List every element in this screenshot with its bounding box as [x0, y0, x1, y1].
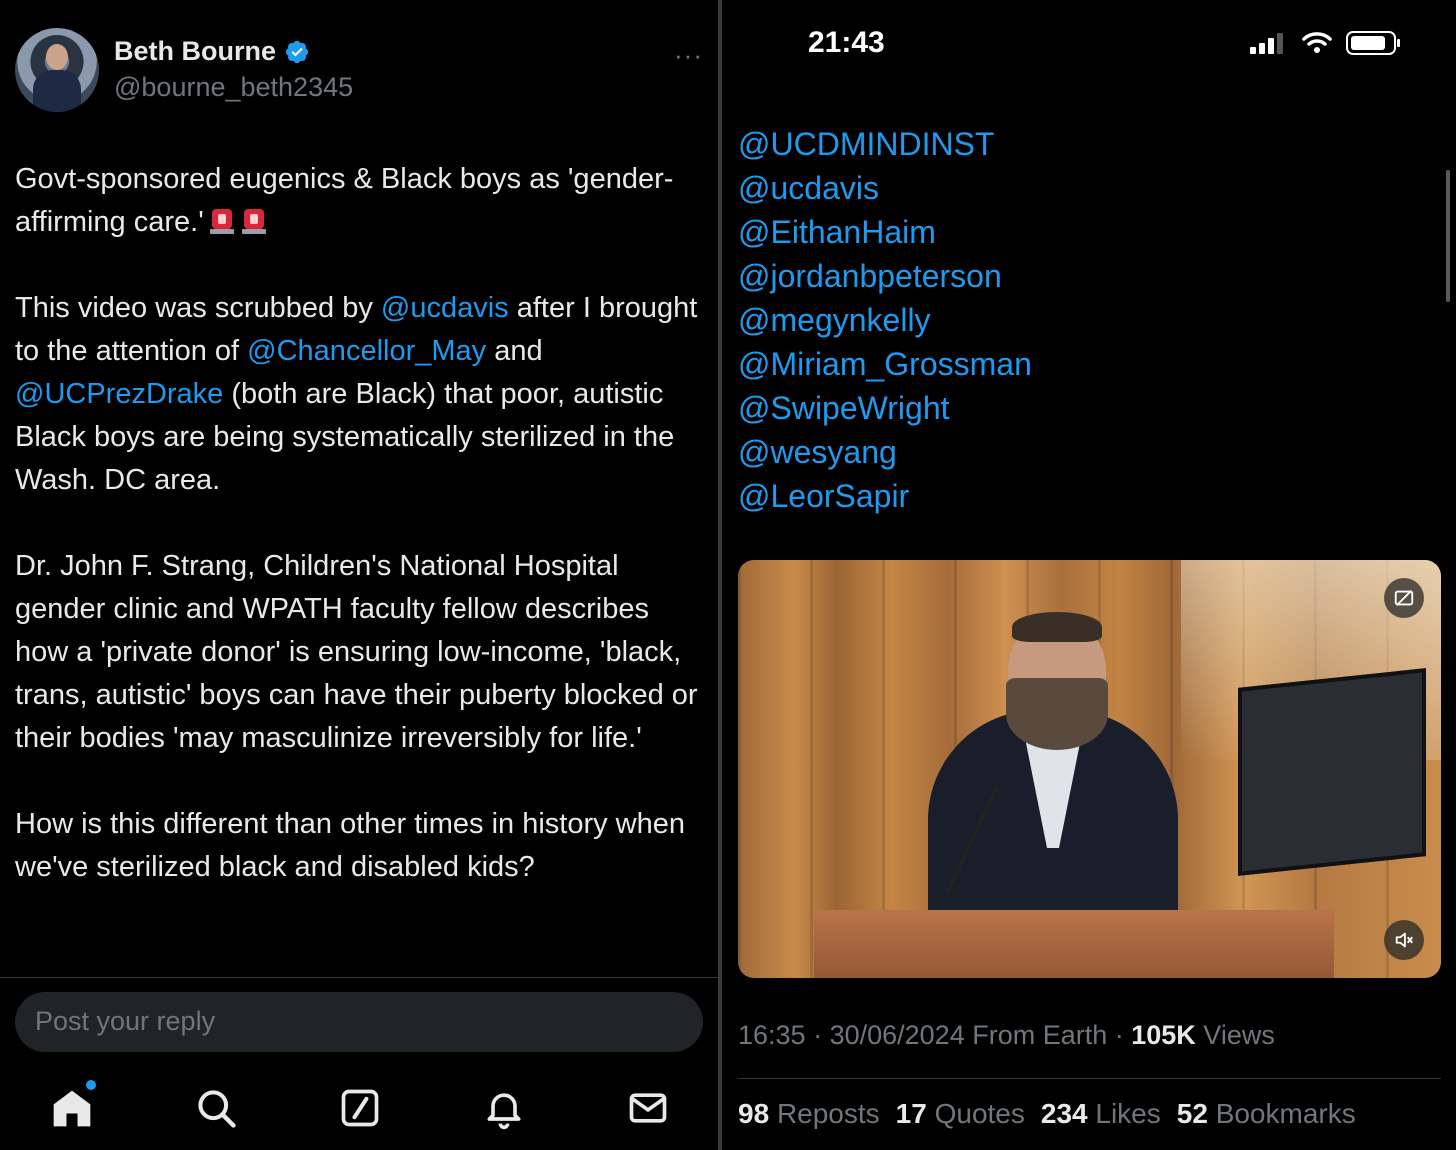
author-row: Beth Bourne — [114, 36, 310, 67]
reposts-stat[interactable]: 98 Reposts — [738, 1098, 880, 1130]
mention-link[interactable]: @UCPrezDrake — [15, 378, 223, 410]
likes-stat[interactable]: 234 Likes — [1041, 1098, 1161, 1130]
avatar[interactable] — [15, 28, 99, 112]
battery-icon — [1346, 31, 1400, 55]
bookmarks-stat[interactable]: 52 Bookmarks — [1177, 1098, 1356, 1130]
mention-link[interactable]: @ucdavis — [738, 166, 1032, 210]
meta-separator: · — [1107, 1020, 1132, 1050]
muted-speaker-icon — [1395, 932, 1413, 948]
views-label: Views — [1195, 1020, 1275, 1050]
bookmarks-count: 52 — [1176, 1098, 1208, 1129]
post-paragraph-3: Dr. John F. Strang, Children's National … — [15, 550, 698, 754]
post-date: 30/06/2024 — [829, 1020, 965, 1050]
likes-count: 234 — [1040, 1098, 1088, 1129]
post-text: and — [486, 335, 543, 367]
views-count[interactable]: 105K — [1131, 1020, 1196, 1050]
nav-messages[interactable] — [626, 1086, 670, 1130]
nav-search[interactable] — [194, 1086, 238, 1130]
mention-link[interactable]: @Chancellor_May — [247, 335, 486, 367]
divider — [0, 977, 718, 978]
divider — [738, 1078, 1441, 1079]
post-paragraph-2: This video was scrubbed by @ucdavis afte… — [15, 287, 705, 502]
verified-badge-icon — [285, 40, 309, 63]
mention-link[interactable]: @Miriam_Grossman — [738, 342, 1032, 386]
home-icon — [53, 1090, 91, 1127]
status-icons — [1250, 30, 1402, 56]
post-time: 16:35 — [738, 1020, 806, 1050]
avatar-figure — [33, 70, 81, 112]
mention-link[interactable]: @jordanbpeterson — [738, 254, 1032, 298]
post-source: From Earth — [964, 1020, 1108, 1050]
scrollbar[interactable] — [1446, 170, 1450, 302]
mention-link[interactable]: @megynkelly — [738, 298, 1032, 342]
thread-panel: 21:43 @UCDMINDINST @ucdavis @EithanHaim … — [722, 0, 1456, 1150]
video-player[interactable] — [738, 560, 1441, 978]
bottom-nav — [0, 1070, 718, 1150]
reply-input[interactable]: Post your reply — [15, 992, 703, 1052]
captions-button[interactable] — [1384, 578, 1424, 618]
author-name[interactable]: Beth Bourne — [114, 36, 276, 67]
post-text: This video was scrubbed by — [15, 292, 381, 324]
video-monitor — [1238, 668, 1426, 876]
notification-dot — [86, 1080, 96, 1090]
bookmarks-label: Bookmarks — [1215, 1098, 1356, 1129]
nav-compose[interactable] — [338, 1086, 382, 1130]
wifi-icon — [1302, 32, 1332, 53]
mention-list: @UCDMINDINST @ucdavis @EithanHaim @jorda… — [738, 122, 1032, 518]
post-body: Govt-sponsored eugenics & Black boys as … — [15, 158, 705, 932]
mention-link[interactable]: @wesyang — [738, 430, 1032, 474]
status-time: 21:43 — [808, 26, 885, 59]
mention-link[interactable]: @UCDMINDINST — [738, 122, 1032, 166]
reposts-label: Reposts — [776, 1098, 880, 1129]
mute-button[interactable] — [1384, 920, 1424, 960]
quotes-stat[interactable]: 17 Quotes — [896, 1098, 1025, 1130]
author-handle[interactable]: @bourne_beth2345 — [114, 72, 353, 103]
more-options-icon[interactable]: ··· — [674, 40, 703, 71]
mention-link[interactable]: @ucdavis — [381, 292, 509, 324]
reposts-count: 98 — [738, 1098, 770, 1129]
avatar-face — [46, 44, 68, 70]
nav-home[interactable] — [50, 1080, 96, 1130]
siren-emoji-icon — [241, 209, 266, 234]
quotes-label: Quotes — [934, 1098, 1025, 1129]
messages-icon — [629, 1093, 667, 1123]
post-paragraph-4: How is this different than other times i… — [15, 808, 686, 883]
mention-link[interactable]: @LeorSapir — [738, 474, 1032, 518]
compose-icon — [341, 1089, 379, 1127]
search-icon — [198, 1090, 236, 1128]
notifications-icon — [487, 1093, 521, 1130]
mention-link[interactable]: @EithanHaim — [738, 210, 1032, 254]
post-panel: Beth Bourne @bourne_beth2345 ··· Govt-sp… — [0, 0, 718, 1150]
video-speaker-beard — [1006, 678, 1108, 750]
mention-link[interactable]: @SwipeWright — [738, 386, 1032, 430]
signal-icon — [1250, 33, 1283, 54]
quotes-count: 17 — [895, 1098, 927, 1129]
video-speaker-hair — [1012, 612, 1102, 642]
post-paragraph-1: Govt-sponsored eugenics & Black boys as … — [15, 158, 705, 244]
nav-notifications[interactable] — [482, 1086, 526, 1130]
post-stats: 98 Reposts 17 Quotes 234 Likes 52 Bookma… — [738, 1098, 1356, 1130]
post-text: Govt-sponsored eugenics & Black boys as … — [15, 163, 674, 238]
captions-off-icon — [1394, 590, 1414, 606]
likes-label: Likes — [1095, 1098, 1161, 1129]
siren-emoji-icon — [209, 209, 234, 234]
video-podium — [814, 910, 1334, 978]
meta-separator: · — [805, 1020, 830, 1050]
post-meta: 16:35 · 30/06/2024 From Earth · 105K Vie… — [738, 1020, 1275, 1051]
